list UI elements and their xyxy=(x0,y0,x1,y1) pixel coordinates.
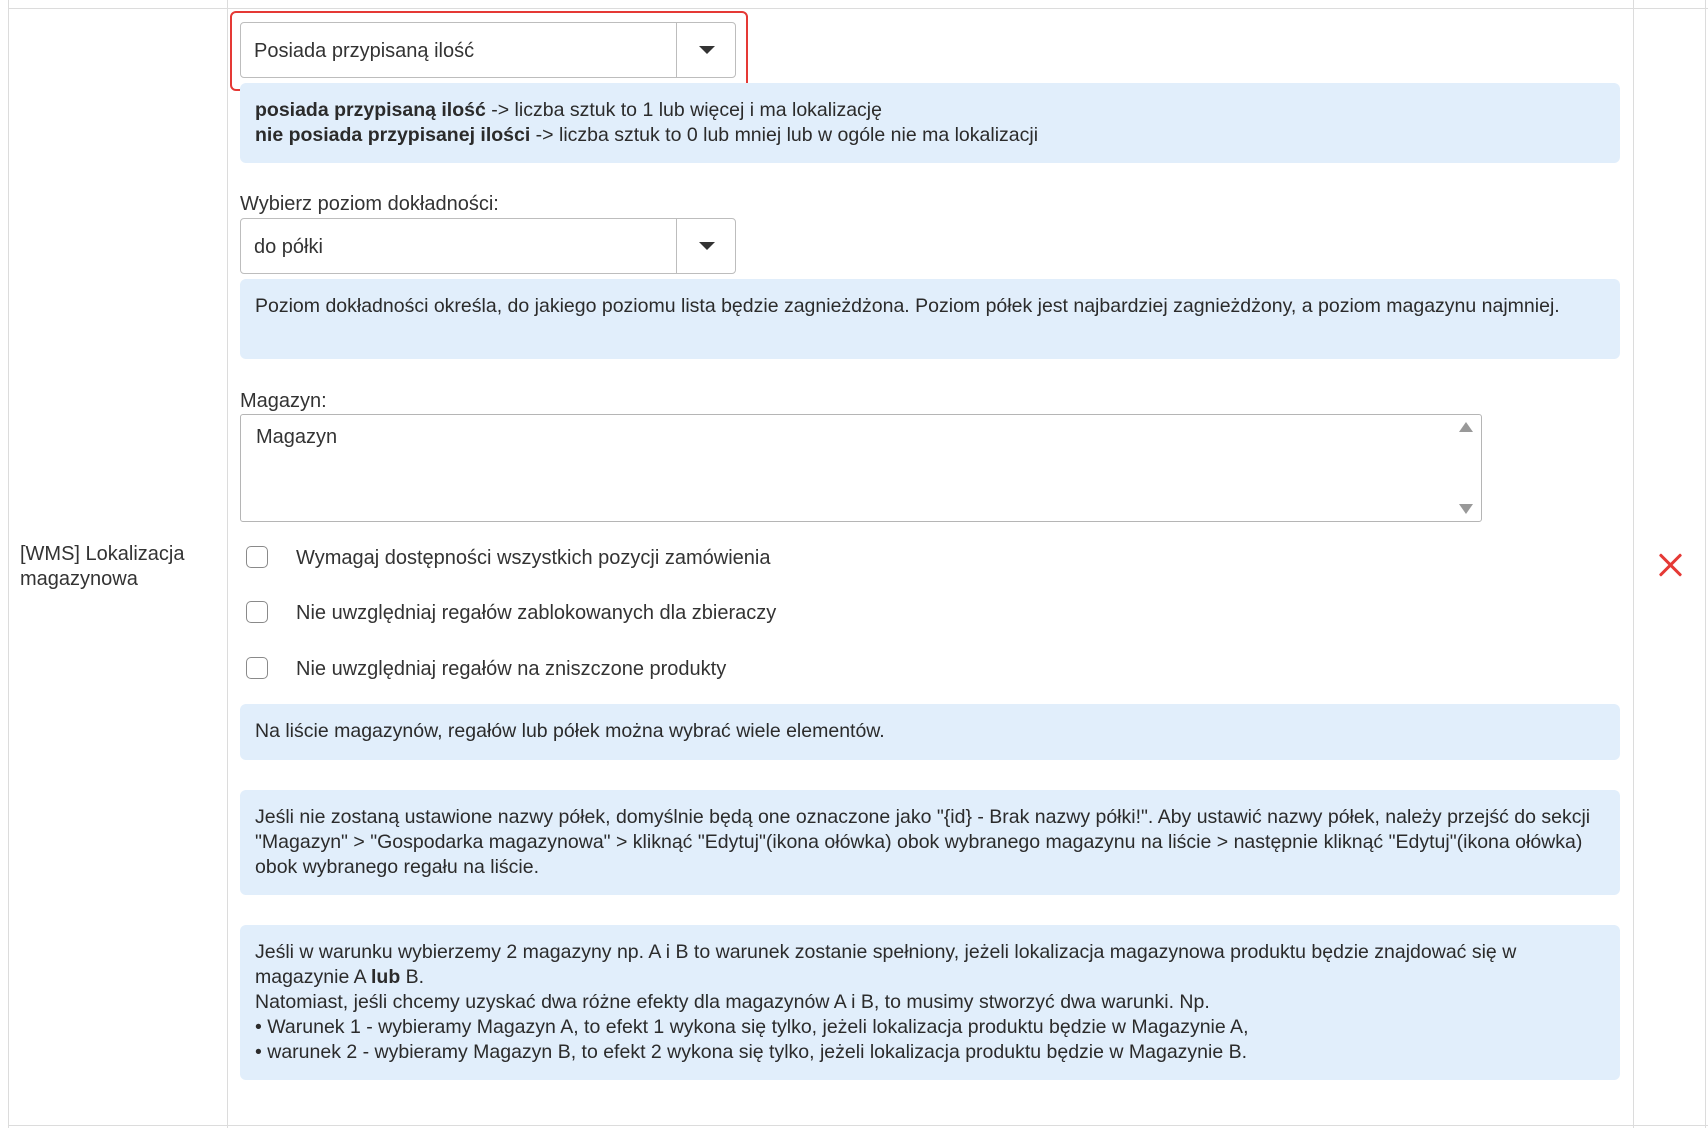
quantity-info-line-2: nie posiada przypisanej ilości -> liczba… xyxy=(255,123,1605,148)
require-availability-checkbox[interactable] xyxy=(246,546,268,568)
skip-damaged-racks-label[interactable]: Nie uwzględniaj regałów na zniszczone pr… xyxy=(296,655,726,683)
example-info-line-2: Natomiast, jeśli chcemy uzyskać dwa różn… xyxy=(255,991,1210,1013)
list-item[interactable]: Magazyn xyxy=(256,426,337,449)
precision-select-value: do półki xyxy=(254,236,323,258)
quantity-info-line-1: posiada przypisaną ilość -> liczba sztuk… xyxy=(255,98,1605,123)
require-availability-label[interactable]: Wymagaj dostępności wszystkich pozycji z… xyxy=(296,544,770,572)
column-divider-right xyxy=(1633,0,1634,1128)
close-icon[interactable] xyxy=(1658,552,1684,578)
example-info-text-1: Jeśli w warunku wybierzemy 2 magazyny np… xyxy=(255,941,1517,988)
skip-damaged-racks-checkbox[interactable] xyxy=(246,657,268,679)
precision-info-box: Poziom dokładności określa, do jakiego p… xyxy=(240,279,1620,359)
precision-select-toggle[interactable] xyxy=(676,219,735,273)
skip-blocked-racks-label[interactable]: Nie uwzględniaj regałów zablokowanych dl… xyxy=(296,599,776,627)
condition-name: [WMS] Lokalizacja magazynowa xyxy=(20,543,185,590)
quantity-info-term-2: nie posiada przypisanej ilości xyxy=(255,124,531,146)
highlight-frame xyxy=(230,11,748,91)
chevron-down-icon xyxy=(699,242,715,250)
quantity-info-box: posiada przypisaną ilość -> liczba sztuk… xyxy=(240,83,1620,163)
table-bottom-border xyxy=(8,1125,1708,1126)
condition-table: [WMS] Lokalizacja magazynowa Posiada prz… xyxy=(0,0,1708,1128)
table-right-border xyxy=(1705,0,1706,1128)
scroll-down-arrow-icon[interactable] xyxy=(1459,504,1473,514)
multi-select-info-text: Na liście magazynów, regałów lub półek m… xyxy=(255,720,885,742)
warehouse-multiselect[interactable]: Magazyn xyxy=(240,414,1482,522)
warehouse-label: Magazyn: xyxy=(240,390,327,412)
quantity-info-term-1: posiada przypisaną ilość xyxy=(255,99,486,121)
column-divider-left xyxy=(227,0,228,1128)
table-left-border xyxy=(8,0,9,1128)
example-info-box: Jeśli w warunku wybierzemy 2 magazyny np… xyxy=(240,925,1620,1080)
multi-select-info-box: Na liście magazynów, regałów lub półek m… xyxy=(240,704,1620,760)
precision-select[interactable]: do półki xyxy=(240,218,736,274)
example-info-bold: lub xyxy=(371,966,401,988)
precision-label: Wybierz poziom dokładności: xyxy=(240,193,499,215)
example-info-line-3: • Warunek 1 - wybieramy Magazyn A, to ef… xyxy=(255,1016,1249,1038)
example-info-text-2: B. xyxy=(400,966,425,988)
quantity-info-desc-2: -> liczba sztuk to 0 lub mniej lub w ogó… xyxy=(530,124,1039,146)
example-info-line-4: • warunek 2 - wybieramy Magazyn B, to ef… xyxy=(255,1041,1248,1063)
quantity-info-desc-1: -> liczba sztuk to 1 lub więcej i ma lok… xyxy=(485,99,882,121)
shelf-names-info-box: Jeśli nie zostaną ustawione nazwy półek,… xyxy=(240,790,1620,895)
shelf-names-info-text: Jeśli nie zostaną ustawione nazwy półek,… xyxy=(255,806,1591,878)
table-top-border xyxy=(8,8,1708,9)
scroll-up-arrow-icon[interactable] xyxy=(1459,422,1473,432)
skip-blocked-racks-checkbox[interactable] xyxy=(246,601,268,623)
example-info-line-1: Jeśli w warunku wybierzemy 2 magazyny np… xyxy=(255,940,1605,990)
precision-info-text: Poziom dokładności określa, do jakiego p… xyxy=(255,295,1560,317)
